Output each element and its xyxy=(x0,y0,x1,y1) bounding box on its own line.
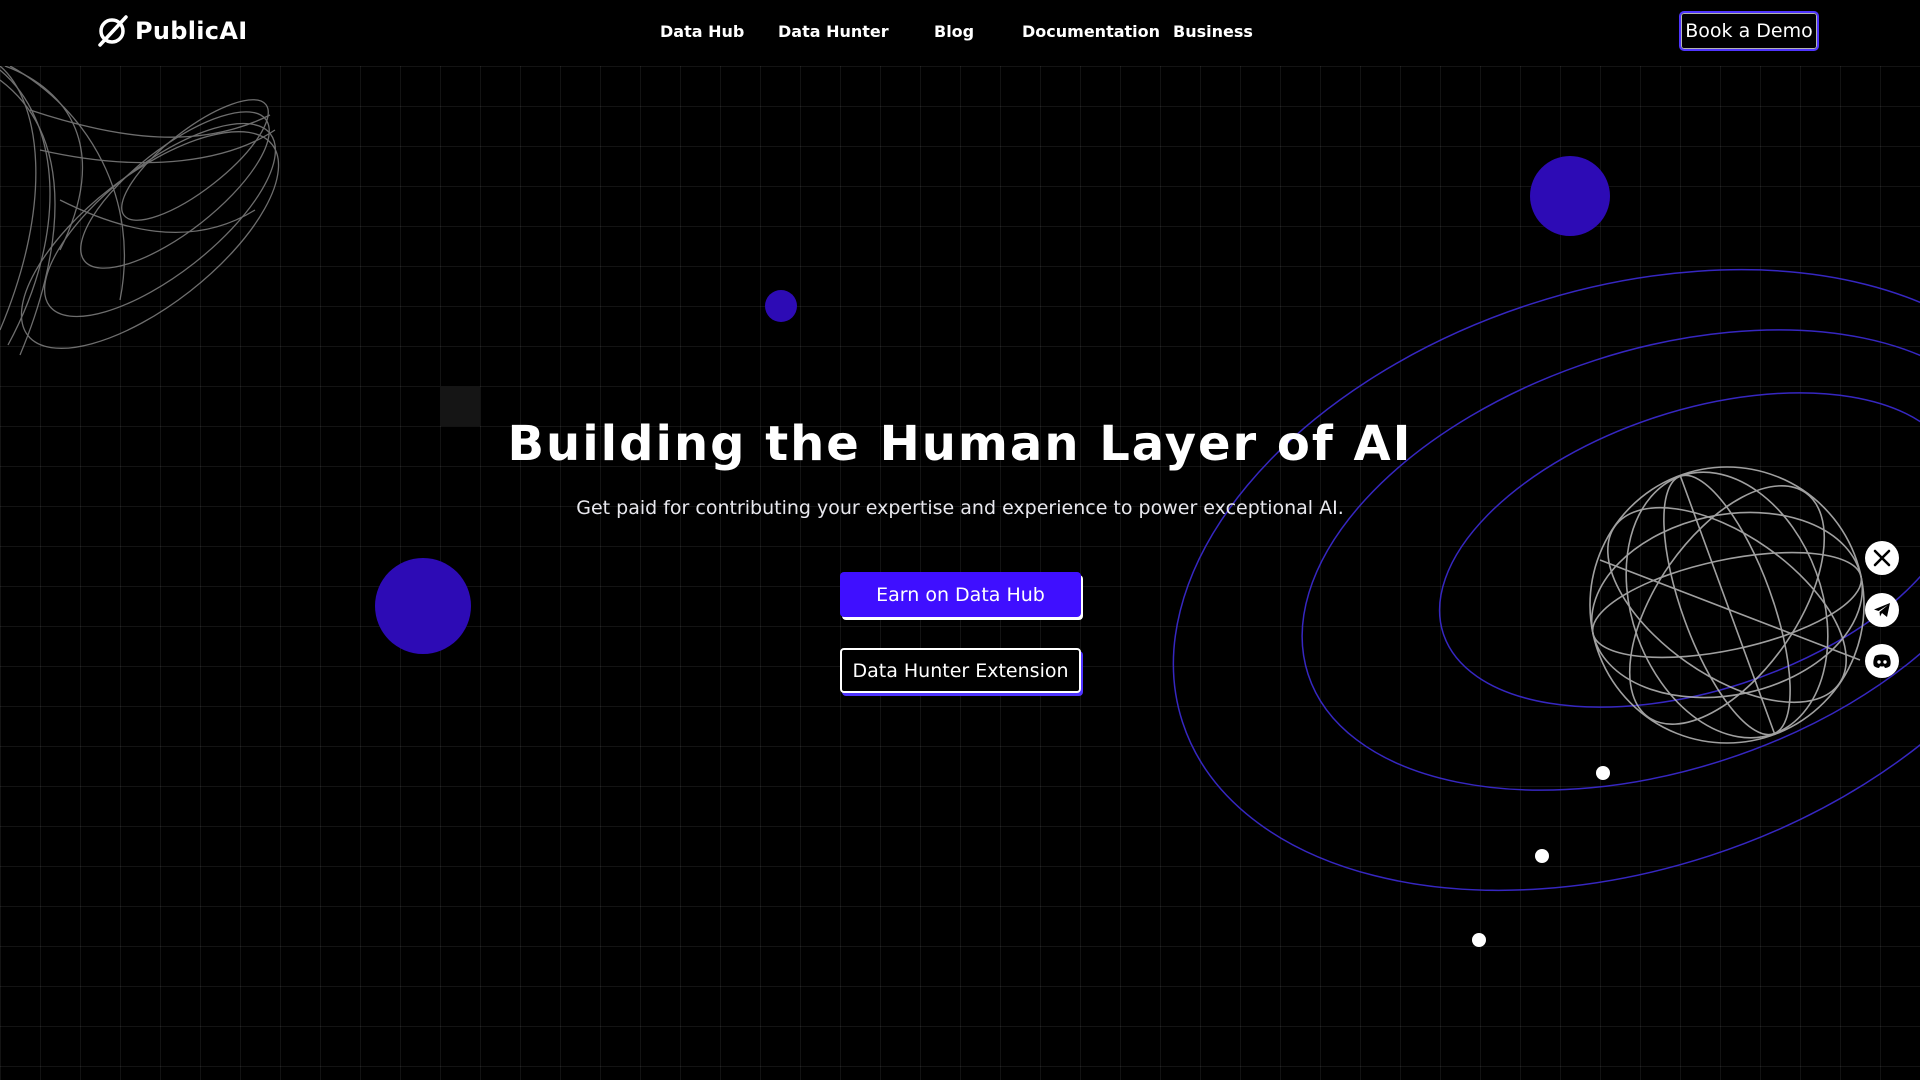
orbit-dots xyxy=(1472,766,1610,947)
telegram-icon xyxy=(1874,603,1890,617)
nav-data-hunter[interactable]: Data Hunter xyxy=(778,22,889,41)
book-demo-button[interactable]: Book a Demo xyxy=(1679,11,1819,51)
x-social-button[interactable] xyxy=(1865,541,1899,575)
nav-business[interactable]: Business xyxy=(1173,22,1253,41)
telegram-social-button[interactable] xyxy=(1865,593,1899,627)
orbit-lines xyxy=(1172,268,1920,892)
globe-wireframe xyxy=(1589,466,1865,744)
nav-blog[interactable]: Blog xyxy=(934,22,974,41)
site-header: PublicAI Data Hub Data Hunter Blog Docum… xyxy=(0,0,1920,66)
discord-social-button[interactable] xyxy=(1865,644,1899,678)
earn-on-data-hub-button[interactable]: Earn on Data Hub xyxy=(840,572,1081,617)
brand-name: PublicAI xyxy=(135,17,248,45)
data-hunter-extension-button[interactable]: Data Hunter Extension xyxy=(840,648,1081,693)
publicai-logo-icon xyxy=(98,15,128,47)
landing-page: PublicAI Data Hub Data Hunter Blog Docum… xyxy=(0,0,1920,1080)
discord-icon xyxy=(1873,654,1891,668)
background-decoration xyxy=(0,65,1920,947)
brand-logo[interactable]: PublicAI xyxy=(95,14,247,48)
hero-subtitle: Get paid for contributing your expertise… xyxy=(576,497,1344,519)
hero-title: Building the Human Layer of AI xyxy=(507,416,1413,472)
funnel-wireframe xyxy=(0,65,280,356)
x-icon xyxy=(1873,549,1891,567)
nav-documentation[interactable]: Documentation xyxy=(1022,22,1160,41)
nav-data-hub[interactable]: Data Hub xyxy=(660,22,744,41)
